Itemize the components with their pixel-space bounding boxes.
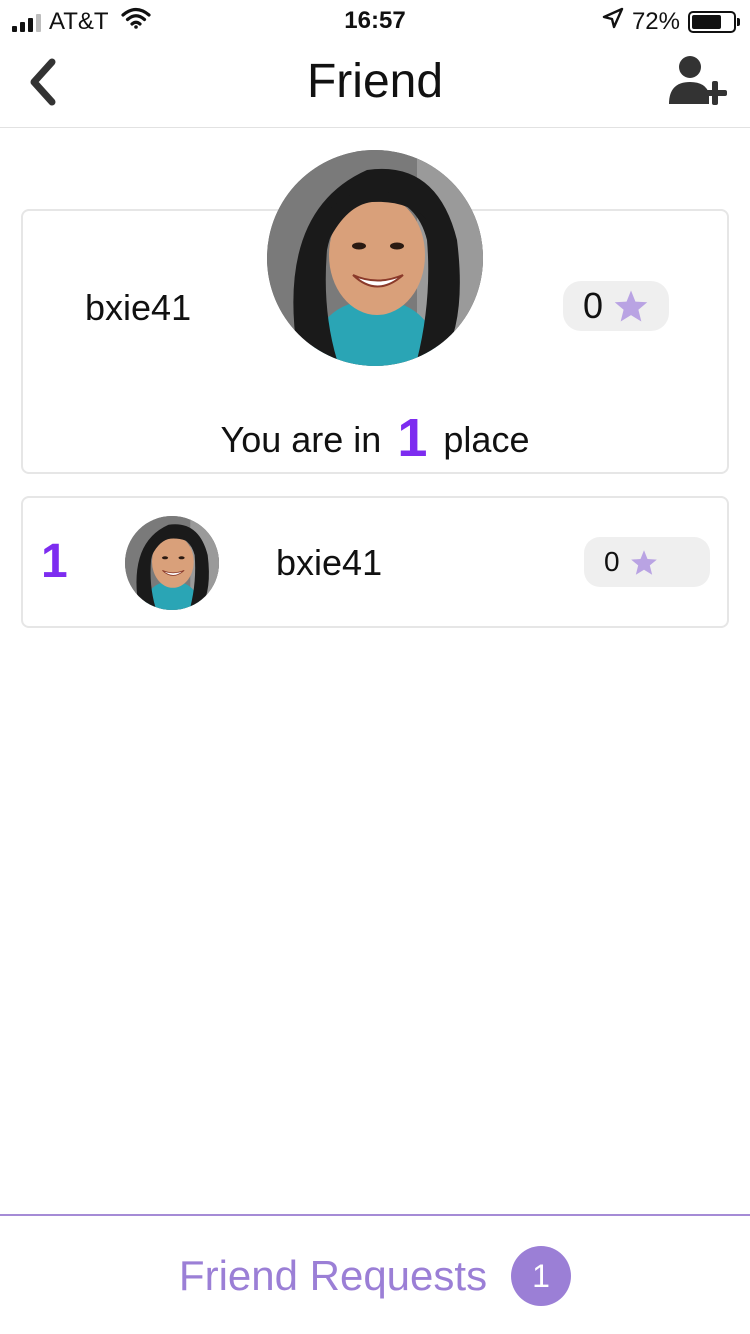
row-username: bxie41 xyxy=(276,542,383,583)
status-bar: AT&T 16:57 72% xyxy=(0,0,750,40)
row-score-value: 0 xyxy=(604,546,620,577)
add-friend-button[interactable] xyxy=(668,54,732,110)
add-user-icon xyxy=(669,56,727,105)
profile-avatar xyxy=(267,150,483,366)
place-suffix: place xyxy=(443,419,530,460)
bottom-bar: Friend Requests 1 xyxy=(0,1214,750,1334)
row-avatar xyxy=(125,516,219,610)
place-number: 1 xyxy=(397,408,428,468)
star-icon xyxy=(630,549,657,575)
nav-bar: Friend xyxy=(0,40,750,128)
friend-requests-count-badge: 1 xyxy=(511,1246,572,1306)
location-arrow-icon xyxy=(602,7,624,36)
friend-requests-label: Friend Requests xyxy=(178,1252,488,1299)
status-right: 72% xyxy=(602,7,740,36)
profile-score-badge: 0 xyxy=(563,281,669,331)
battery-level-fill xyxy=(692,14,721,29)
profile-username: bxie41 xyxy=(85,287,192,328)
battery-icon xyxy=(688,10,740,33)
profile-score-value: 0 xyxy=(582,285,604,326)
row-score-badge: 0 xyxy=(584,537,710,587)
battery-percent: 72% xyxy=(631,7,680,35)
page-title: Friend xyxy=(306,55,444,108)
place-prefix: You are in xyxy=(220,419,382,460)
friend-requests-button[interactable]: Friend Requests 1 xyxy=(0,1216,750,1334)
leaderboard-row[interactable]: 1 bxie41 0 xyxy=(21,496,729,628)
place-statement: You are in 1 place xyxy=(23,407,727,469)
rank-number: 1 xyxy=(41,535,68,588)
star-icon xyxy=(614,290,648,322)
